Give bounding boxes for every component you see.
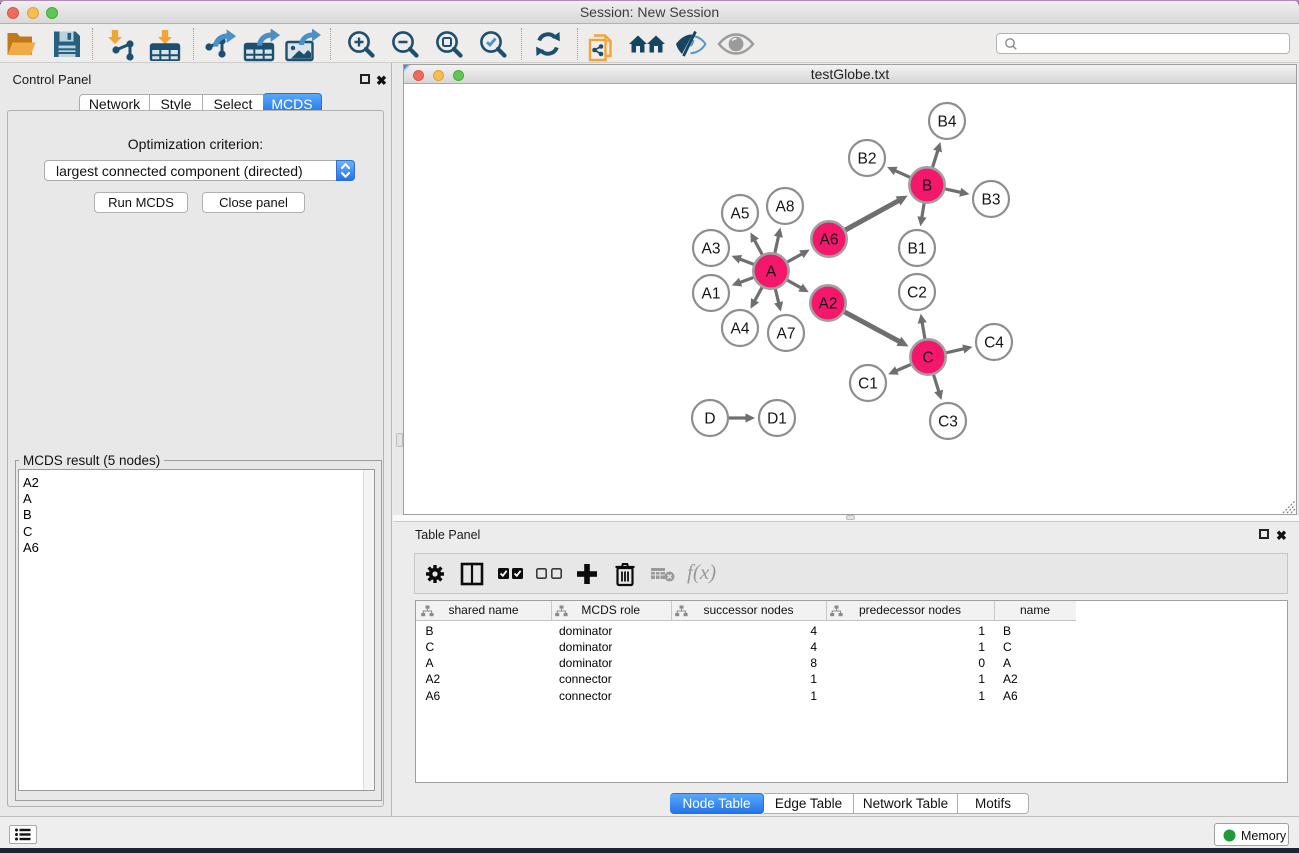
svg-text:A1: A1 — [702, 286, 721, 303]
svg-text:B: B — [922, 178, 932, 195]
svg-text:C: C — [922, 350, 933, 367]
svg-text:D1: D1 — [767, 411, 787, 428]
svg-text:B4: B4 — [938, 114, 957, 131]
svg-text:C1: C1 — [858, 376, 878, 393]
svg-text:A8: A8 — [776, 199, 795, 216]
svg-text:B1: B1 — [908, 241, 927, 258]
svg-text:C4: C4 — [984, 335, 1004, 352]
svg-text:B2: B2 — [858, 151, 877, 168]
svg-text:A4: A4 — [731, 321, 750, 338]
svg-text:A2: A2 — [819, 296, 838, 313]
svg-text:C2: C2 — [907, 285, 927, 302]
svg-text:C3: C3 — [938, 414, 958, 431]
svg-text:A5: A5 — [731, 206, 750, 223]
svg-text:B3: B3 — [982, 192, 1001, 209]
svg-text:A6: A6 — [820, 232, 839, 249]
svg-text:D: D — [704, 411, 715, 428]
svg-text:A3: A3 — [702, 241, 721, 258]
svg-text:A7: A7 — [777, 326, 796, 343]
svg-text:A: A — [766, 264, 777, 281]
